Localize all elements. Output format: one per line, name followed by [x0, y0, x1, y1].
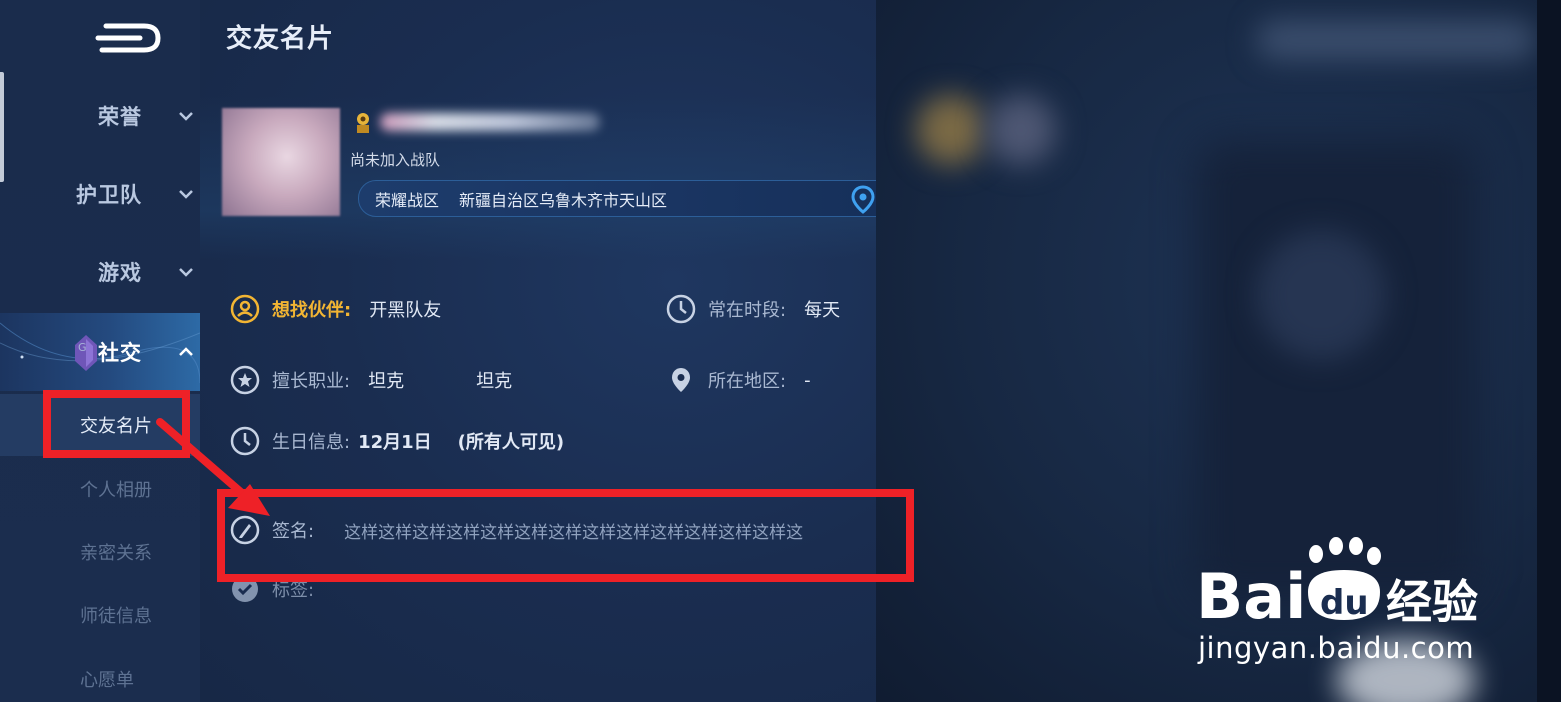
location-pin-icon	[672, 368, 690, 392]
blurred-figure	[1256, 230, 1386, 360]
info-row-partner: 想找伙伴: 开黑队友	[230, 294, 441, 324]
annotation-box-signature	[217, 489, 914, 582]
back-icon[interactable]	[92, 18, 162, 54]
info-row-birthday: 生日信息: 12月1日 (所有人可见)	[230, 426, 564, 456]
nav-category-game[interactable]: 游戏	[0, 242, 200, 302]
info-row-area: 所在地区: -	[666, 365, 811, 395]
team-status: 尚未加入战队	[350, 151, 441, 169]
nav-category-social[interactable]: G 社交	[0, 313, 200, 391]
chevron-up-icon	[179, 347, 193, 356]
sub-item-mentorship[interactable]: 师徒信息	[0, 584, 200, 646]
active-time-label: 常在时段:	[708, 300, 787, 321]
blurred-icon	[986, 95, 1056, 165]
watermark-url: jingyan.baidu.com	[1198, 631, 1475, 665]
svg-text:du: du	[1320, 583, 1369, 623]
nav-category-label: 荣誉	[98, 105, 142, 129]
sub-item-label: 亲密关系	[80, 543, 152, 564]
star-icon	[230, 365, 260, 395]
location-pin-icon[interactable]	[850, 185, 876, 215]
partner-value: 开黑队友	[369, 300, 442, 321]
page-title: 交友名片	[226, 24, 335, 54]
chevron-down-icon	[179, 190, 193, 199]
sub-item-label: 个人相册	[80, 480, 152, 501]
birthday-value: 12月1日	[358, 432, 432, 453]
role-value-primary: 坦克	[368, 371, 405, 392]
main-panel: 交友名片 尚未加入战队 荣耀战区 新疆自治区乌鲁木齐市天山区 想找伙伴: 开黑队…	[200, 0, 876, 702]
blurred-icon	[916, 95, 986, 165]
blurred-bar	[1256, 20, 1536, 60]
birthday-visibility: (所有人可见)	[457, 432, 565, 453]
baidu-jingyan-logo: Bai du 经验	[1196, 537, 1478, 632]
partner-icon	[230, 294, 260, 324]
chevron-down-icon	[179, 268, 193, 277]
role-value-secondary: 坦克	[476, 371, 513, 392]
info-row-active-time: 常在时段: 每天	[666, 294, 840, 324]
social-badge-letter: G	[78, 341, 87, 354]
rank-badge-icon	[357, 113, 369, 133]
player-name-blurred	[380, 113, 600, 131]
partner-label: 想找伙伴:	[272, 300, 352, 321]
blurred-card	[1196, 140, 1476, 600]
sub-item-label: 心愿单	[80, 670, 134, 691]
clock-icon	[666, 294, 696, 324]
nav-category-label: 游戏	[98, 261, 142, 285]
right-edge	[1537, 0, 1561, 702]
annotation-arrow	[156, 418, 270, 516]
nav-category-label: 护卫队	[76, 183, 142, 207]
nav-category-label: 社交	[98, 341, 142, 365]
role-label: 擅长职业:	[272, 371, 351, 392]
sub-item-intimacy[interactable]: 亲密关系	[0, 521, 200, 583]
info-row-role: 擅长职业: 坦克 坦克	[230, 365, 512, 395]
nav-category-honor[interactable]: 荣誉	[0, 86, 200, 146]
location-pill: 荣耀战区 新疆自治区乌鲁木齐市天山区	[358, 180, 876, 217]
sub-item-wishlist[interactable]: 心愿单	[0, 648, 200, 702]
svg-text:Bai: Bai	[1196, 560, 1306, 632]
zone-label: 荣耀战区	[375, 190, 440, 210]
chevron-down-icon	[179, 112, 193, 121]
nav-category-guard-team[interactable]: 护卫队	[0, 164, 200, 224]
sidebar: 荣誉 护卫队 游戏 G 社交 交友名片 个人相册 亲密关系 师徒信息 心愿单	[0, 0, 200, 702]
region-label: 新疆自治区乌鲁木齐市天山区	[459, 190, 668, 210]
sub-item-label: 师徒信息	[80, 606, 152, 627]
active-time-value: 每天	[804, 300, 841, 321]
avatar[interactable]	[222, 108, 340, 216]
svg-text:经验: 经验	[1386, 575, 1478, 629]
area-label: 所在地区:	[708, 371, 787, 392]
birthday-label: 生日信息:	[272, 432, 351, 453]
area-value: -	[804, 369, 811, 391]
